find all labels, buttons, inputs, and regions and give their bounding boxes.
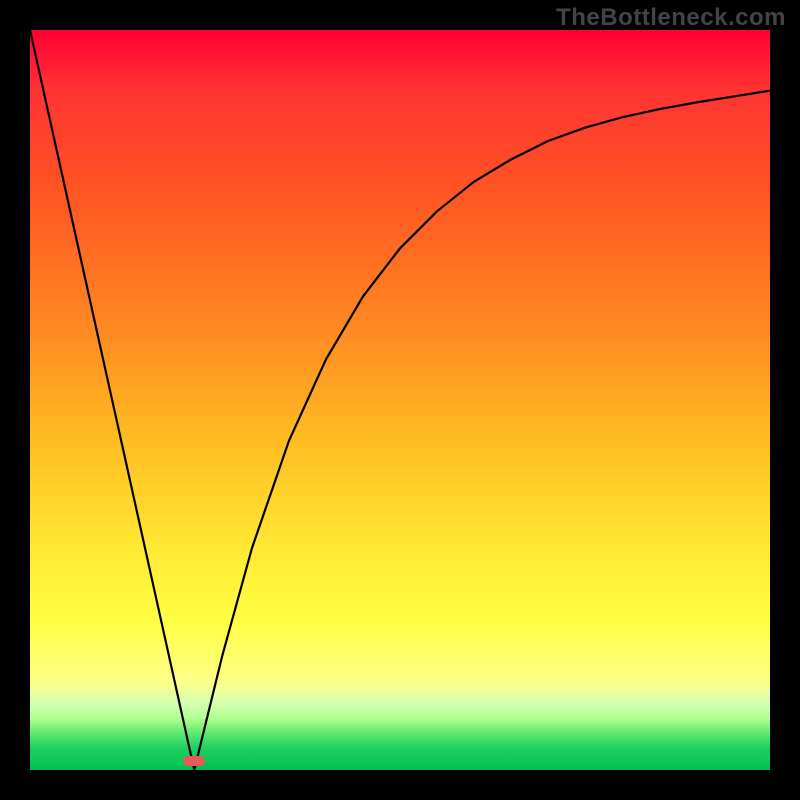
minimum-marker bbox=[183, 756, 205, 766]
curve-svg bbox=[30, 30, 770, 770]
plot-area bbox=[30, 30, 770, 770]
bottleneck-curve bbox=[30, 30, 770, 770]
watermark-text: TheBottleneck.com bbox=[556, 4, 786, 32]
chart-frame: TheBottleneck.com bbox=[0, 0, 800, 800]
